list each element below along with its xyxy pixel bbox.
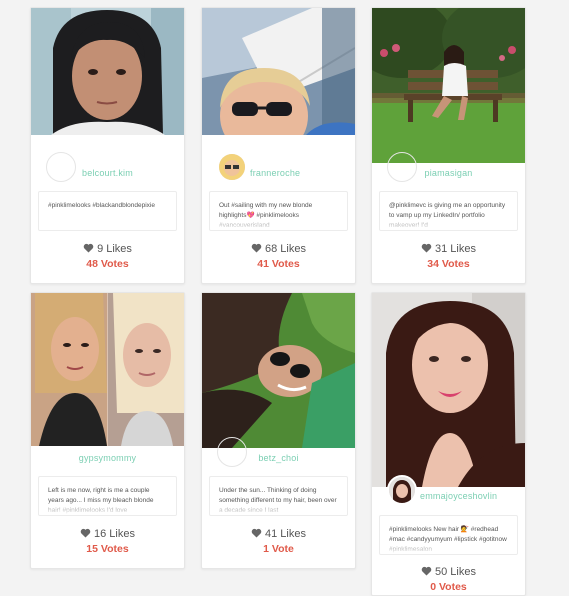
heart-icon bbox=[83, 243, 94, 253]
likes-count[interactable]: 31 Likes bbox=[372, 243, 525, 255]
likes-count[interactable]: 9 Likes bbox=[31, 243, 184, 255]
username-link[interactable]: belcourt.kim bbox=[31, 168, 184, 178]
votes-count[interactable]: 41 Votes bbox=[202, 258, 355, 270]
username-link[interactable]: emmajoyceshovlin bbox=[372, 491, 525, 501]
likes-count[interactable]: 68 Likes bbox=[202, 243, 355, 255]
heart-icon bbox=[421, 566, 432, 576]
post-card[interactable]: belcourt.kim #pinklimelooks #blackandblo… bbox=[30, 7, 185, 284]
post-caption: @pinklimevc is giving me an opportunity … bbox=[379, 191, 518, 231]
likes-label: 31 Likes bbox=[435, 243, 476, 255]
votes-count[interactable]: 48 Votes bbox=[31, 258, 184, 270]
post-caption: #pinklimelooks #blackandblondepixie bbox=[38, 191, 177, 231]
username-link[interactable]: gypsymommy bbox=[31, 453, 184, 463]
post-card[interactable]: betz_choi Under the sun... Thinking of d… bbox=[201, 292, 356, 569]
post-photo[interactable] bbox=[372, 293, 525, 487]
username-link[interactable]: franneroche bbox=[202, 168, 355, 178]
post-card[interactable]: franneroche Out #sailing with my new blo… bbox=[201, 7, 356, 284]
username-link[interactable]: piamasigan bbox=[372, 168, 525, 178]
likes-label: 41 Likes bbox=[265, 528, 306, 540]
post-caption: #pinklimelooks New hair 💇 #redhead #mac … bbox=[379, 515, 518, 555]
post-photo[interactable] bbox=[202, 293, 355, 448]
heart-icon bbox=[421, 243, 432, 253]
post-caption: Left is me now, right is me a couple yea… bbox=[38, 476, 177, 516]
likes-count[interactable]: 16 Likes bbox=[31, 528, 184, 540]
post-photo[interactable] bbox=[372, 8, 525, 163]
post-caption: Under the sun... Thinking of doing somet… bbox=[209, 476, 348, 516]
heart-icon bbox=[80, 528, 91, 538]
likes-label: 9 Likes bbox=[97, 243, 132, 255]
likes-count[interactable]: 50 Likes bbox=[372, 566, 525, 578]
votes-count[interactable]: 15 Votes bbox=[31, 543, 184, 555]
votes-count[interactable]: 0 Votes bbox=[372, 581, 525, 593]
likes-count[interactable]: 41 Likes bbox=[202, 528, 355, 540]
likes-label: 16 Likes bbox=[94, 528, 135, 540]
post-card[interactable]: piamasigan @pinklimevc is giving me an o… bbox=[371, 7, 526, 284]
votes-count[interactable]: 34 Votes bbox=[372, 258, 525, 270]
post-photo[interactable] bbox=[31, 293, 184, 446]
post-photo[interactable] bbox=[202, 8, 355, 135]
username-link[interactable]: betz_choi bbox=[202, 453, 355, 463]
post-card[interactable]: emmajoyceshovlin #pinklimelooks New hair… bbox=[371, 292, 526, 596]
votes-count[interactable]: 1 Vote bbox=[202, 543, 355, 555]
post-gallery: belcourt.kim #pinklimelooks #blackandblo… bbox=[0, 0, 569, 596]
post-caption: Out #sailing with my new blonde highligh… bbox=[209, 191, 348, 231]
likes-label: 50 Likes bbox=[435, 566, 476, 578]
post-card[interactable]: gypsymommy Left is me now, right is me a… bbox=[30, 292, 185, 569]
likes-label: 68 Likes bbox=[265, 243, 306, 255]
heart-icon bbox=[251, 528, 262, 538]
heart-icon bbox=[251, 243, 262, 253]
post-photo[interactable] bbox=[31, 8, 184, 135]
